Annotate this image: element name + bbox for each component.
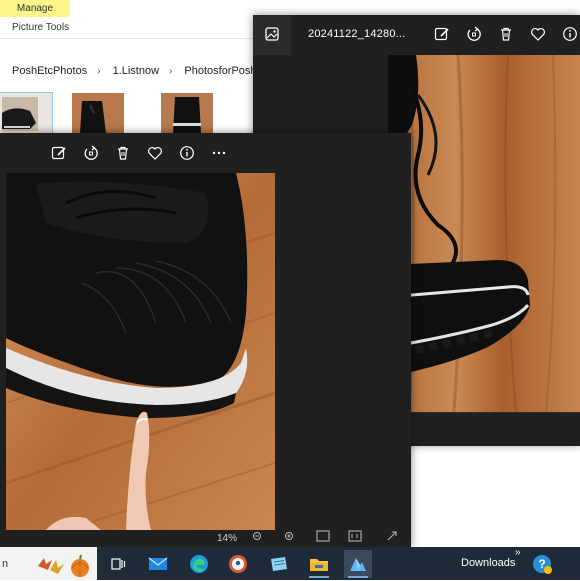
task-view-icon[interactable] xyxy=(104,550,132,578)
actual-size-icon[interactable] xyxy=(348,530,362,545)
edit-image-icon[interactable] xyxy=(50,144,68,162)
breadcrumb-separator-icon[interactable]: › xyxy=(87,66,100,77)
duckduckgo-icon[interactable] xyxy=(224,550,252,578)
photo-image xyxy=(6,173,275,530)
edit-image-icon[interactable] xyxy=(433,25,451,43)
photos-app-icon[interactable] xyxy=(344,550,372,578)
trash-icon[interactable] xyxy=(497,25,515,43)
downloads-toolbar-label[interactable]: Downloads xyxy=(461,557,515,569)
taskbar-search-box[interactable]: n xyxy=(0,547,97,580)
file-explorer-icon[interactable] xyxy=(305,550,333,578)
thumbnail[interactable] xyxy=(72,93,124,135)
trash-icon[interactable] xyxy=(114,144,132,162)
heart-icon[interactable] xyxy=(146,144,164,162)
search-placeholder: n xyxy=(2,557,9,570)
help-icon[interactable]: ? xyxy=(528,550,556,578)
photo-image xyxy=(388,55,580,412)
thumbnail[interactable] xyxy=(161,93,213,135)
breadcrumb-item[interactable]: 1.Listnow xyxy=(101,65,159,77)
zoom-out-icon[interactable] xyxy=(252,531,264,546)
running-indicator xyxy=(309,576,329,578)
running-indicator xyxy=(348,576,368,578)
ribbon-group-label: Picture Tools xyxy=(12,22,70,33)
fullscreen-icon[interactable] xyxy=(386,530,398,545)
taskbar: n Downloads » ? xyxy=(0,547,580,580)
breadcrumb-separator-icon[interactable]: › xyxy=(159,66,172,77)
mail-icon[interactable] xyxy=(144,550,172,578)
photo-status-bar: 14% xyxy=(0,530,411,547)
toolbar-overflow-chevron-icon[interactable]: » xyxy=(515,547,521,558)
heart-icon[interactable] xyxy=(529,25,547,43)
photo-filename: 20241122_14280... xyxy=(308,28,406,40)
edge-browser-icon[interactable] xyxy=(185,550,213,578)
gallery-button[interactable] xyxy=(253,15,291,55)
title-bar: 20241122_14280... xyxy=(253,15,580,55)
photo-toolbar xyxy=(0,133,411,171)
fit-window-icon[interactable] xyxy=(316,530,330,545)
ribbon-tab-manage[interactable]: Manage xyxy=(0,0,70,17)
rotate-icon[interactable] xyxy=(465,25,483,43)
zoom-level: 14% xyxy=(217,533,238,544)
breadcrumb-item[interactable]: PoshEtcPhotos xyxy=(0,65,87,77)
photo-toolbar xyxy=(433,25,579,43)
photos-viewer-window-left: 14% xyxy=(0,133,411,547)
autumn-leaves-icon xyxy=(34,550,94,581)
notes-app-icon[interactable] xyxy=(265,550,293,578)
thumbnail[interactable] xyxy=(0,92,53,136)
gallery-icon xyxy=(265,26,279,44)
info-icon[interactable] xyxy=(178,144,196,162)
more-options-icon[interactable] xyxy=(210,144,228,162)
info-icon[interactable] xyxy=(561,25,579,43)
zoom-in-icon[interactable] xyxy=(284,531,296,546)
rotate-icon[interactable] xyxy=(82,144,100,162)
